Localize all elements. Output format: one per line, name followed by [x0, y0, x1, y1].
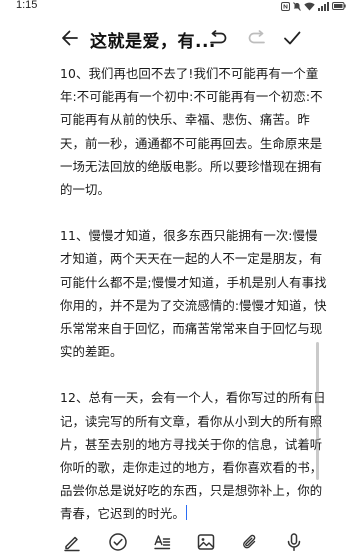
- nfc-icon: [281, 1, 290, 11]
- note-paragraph-12-text: 12、总有一天，会有一个人，看你写过的所有日记，读完写的所有文章，看你从小到大的…: [60, 390, 326, 522]
- battery-icon: [332, 2, 346, 10]
- checklist-icon: [109, 533, 127, 551]
- note-editor[interactable]: 10、我们再也回不去了!我们不可能再有一个童年:不可能再有一个初中:不可能再有一…: [60, 62, 330, 526]
- text-format-icon: [154, 535, 171, 550]
- status-icons: [281, 1, 346, 11]
- note-paragraph-10[interactable]: 10、我们再也回不去了!我们不可能再有一个童年:不可能再有一个初中:不可能再有一…: [60, 62, 330, 201]
- voice-input-button[interactable]: [282, 530, 306, 554]
- undo-icon: [210, 30, 227, 44]
- voice-input-icon: [287, 533, 301, 551]
- insert-image-button[interactable]: [194, 530, 218, 554]
- redo-icon: [248, 30, 265, 44]
- scrollbar[interactable]: [316, 342, 319, 480]
- status-bar: 1:15: [0, 0, 358, 14]
- note-paragraph-12[interactable]: 12、总有一天，会有一个人，看你写过的所有日记，读完写的所有文章，看你从小到大的…: [60, 386, 330, 525]
- checklist-button[interactable]: [106, 530, 130, 554]
- handwriting-button[interactable]: [60, 530, 84, 554]
- note-paragraph-11[interactable]: 11、慢慢才知道，很多东西只能拥有一次:慢慢才知道，两个天天在一起的人不一定是朋…: [60, 224, 330, 363]
- silent-icon: [293, 1, 301, 11]
- checkmark-icon: [284, 31, 301, 45]
- signal-icon: [318, 1, 329, 11]
- done-button[interactable]: [278, 24, 306, 52]
- status-time: 1:15: [16, 0, 38, 11]
- back-arrow-icon: [62, 30, 78, 46]
- title-bar: 这就是爱，有...: [0, 20, 358, 56]
- text-format-button[interactable]: [150, 530, 174, 554]
- handwriting-pen-icon: [64, 536, 80, 552]
- redo-button[interactable]: [243, 24, 271, 52]
- undo-button[interactable]: [204, 24, 232, 52]
- back-button[interactable]: [56, 24, 84, 52]
- attachment-button[interactable]: [238, 530, 262, 554]
- insert-image-icon: [197, 534, 215, 550]
- wifi-icon: [304, 2, 315, 11]
- editor-toolbar: [0, 528, 358, 556]
- attachment-icon: [243, 534, 256, 549]
- note-title[interactable]: 这就是爱，有...: [90, 27, 216, 52]
- text-cursor: [185, 505, 188, 521]
